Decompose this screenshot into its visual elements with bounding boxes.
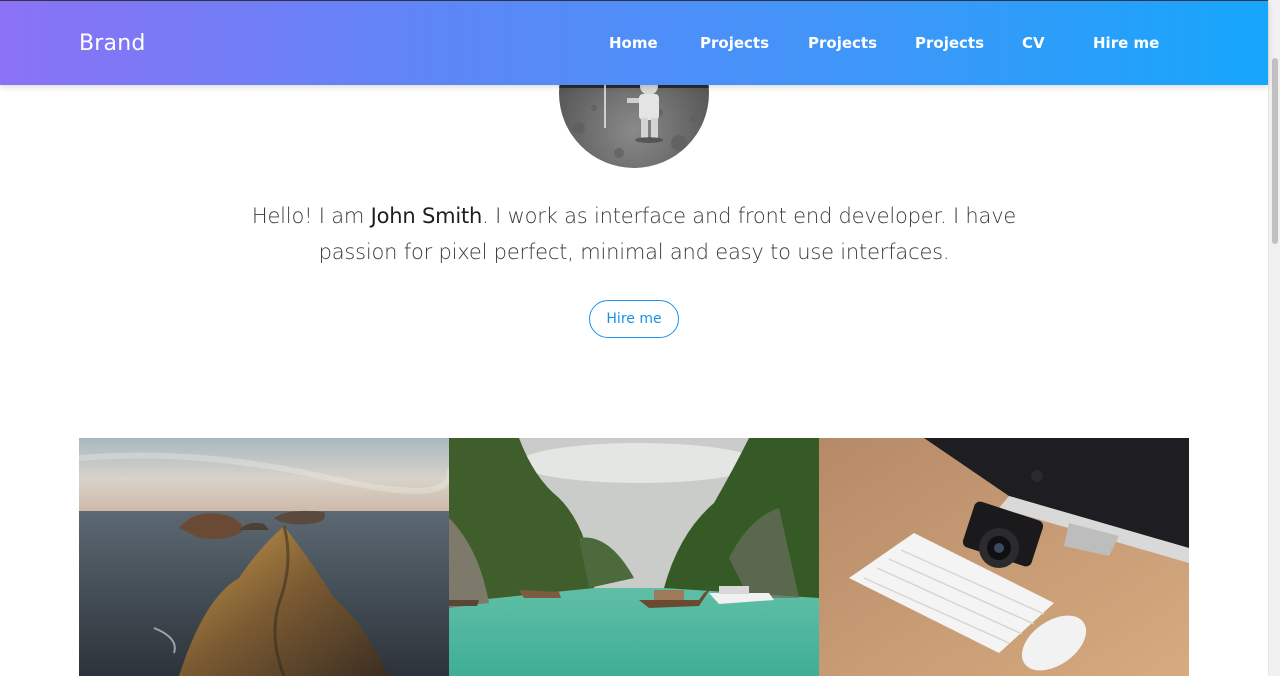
nav-link-projects-2[interactable]: Projects (808, 34, 877, 52)
nav-link-cv[interactable]: CV (1022, 34, 1045, 52)
photo-gallery (79, 438, 1189, 676)
intro-greeting: Hello! I am (251, 204, 371, 228)
nav-link-hire-me[interactable]: Hire me (1093, 34, 1159, 52)
nav-link-projects-3[interactable]: Projects (915, 34, 984, 52)
page-scrollbar[interactable] (1268, 0, 1280, 676)
navbar: Brand Home Projects Projects Projects CV… (0, 0, 1268, 85)
hire-me-button[interactable]: Hire me (589, 300, 679, 338)
scrollbar-thumb[interactable] (1272, 58, 1278, 244)
gallery-photo-lagoon[interactable] (449, 438, 819, 676)
nav-link-projects-1[interactable]: Projects (700, 34, 769, 52)
intro-text: Hello! I am John Smith. I work as interf… (240, 198, 1028, 270)
intro-name: John Smith (370, 204, 483, 228)
gallery-photo-desk[interactable] (819, 438, 1189, 676)
gallery-photo-coastline[interactable] (79, 438, 449, 676)
nav-link-home[interactable]: Home (609, 34, 658, 52)
nav-links: Home Projects Projects Projects CV Hire … (0, 34, 1268, 54)
